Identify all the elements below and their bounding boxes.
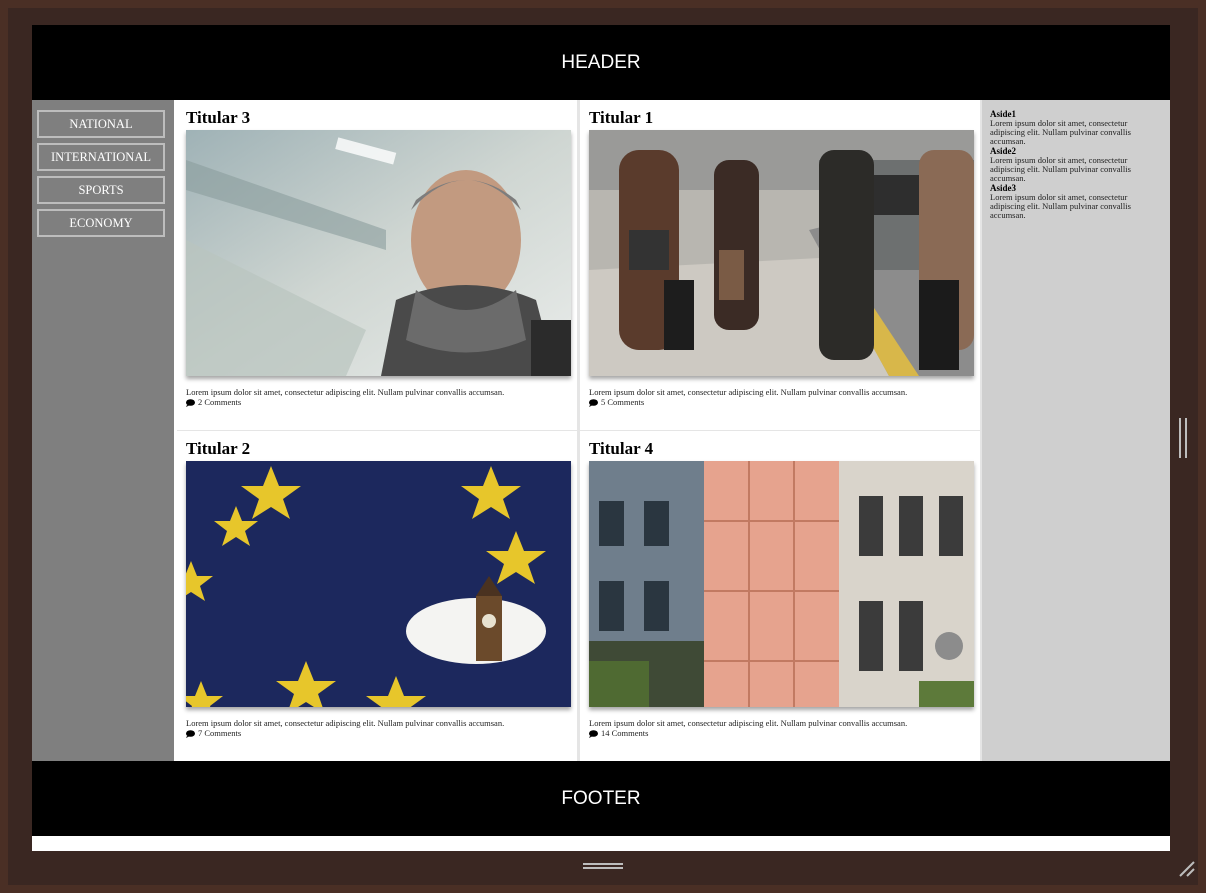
article-card: Titular 1 Lorem ipsum dolor sit amet, co… (580, 100, 980, 430)
comment-icon (589, 729, 598, 738)
article-title[interactable]: Titular 2 (186, 439, 568, 459)
comments-count: 2 Comments (198, 397, 242, 407)
resize-corner-icon[interactable] (1176, 858, 1196, 878)
aside-text: Lorem ipsum dolor sit amet, consectetur … (990, 192, 1131, 220)
article-comments[interactable]: 5 Comments (589, 397, 971, 408)
resize-handle-bottom[interactable] (583, 863, 623, 869)
resize-handle-right[interactable] (1179, 418, 1187, 458)
article-title[interactable]: Titular 3 (186, 108, 568, 128)
header-label: HEADER (561, 51, 641, 73)
nav-item-international[interactable]: INTERNATIONAL (37, 143, 165, 171)
article-photo-eu-flag[interactable] (186, 461, 571, 707)
article-comments[interactable]: 14 Comments (589, 728, 971, 739)
comments-count: 5 Comments (601, 397, 645, 407)
article-title[interactable]: Titular 4 (589, 439, 971, 459)
article-photo-buildings[interactable] (589, 461, 974, 707)
comments-count: 14 Comments (601, 728, 649, 738)
comment-icon (186, 398, 195, 407)
page-viewport: HEADER NATIONAL INTERNATIONAL SPORTS ECO… (32, 25, 1170, 851)
page-header: HEADER (32, 25, 1170, 100)
aside-panel: Aside1 Lorem ipsum dolor sit amet, conse… (982, 100, 1170, 761)
page-footer: FOOTER (32, 761, 1170, 836)
article-comments[interactable]: 2 Comments (186, 397, 568, 408)
nav-item-economy[interactable]: ECONOMY (37, 209, 165, 237)
article-description: Lorem ipsum dolor sit amet, consectetur … (186, 387, 505, 397)
article-card: Titular 4 Lorem ipsum dolor sit amet, co… (580, 431, 980, 761)
article-grid: Titular 3 Lorem ipsum dolor sit amet, co… (177, 100, 982, 761)
article-comments[interactable]: 7 Comments (186, 728, 568, 739)
article-photo-portrait[interactable] (186, 130, 571, 376)
sidebar-nav: NATIONAL INTERNATIONAL SPORTS ECONOMY (32, 100, 174, 761)
article-card: Titular 3 Lorem ipsum dolor sit amet, co… (177, 100, 577, 430)
aside-text: Lorem ipsum dolor sit amet, consectetur … (990, 118, 1131, 146)
footer-label: FOOTER (561, 787, 641, 809)
aside-text: Lorem ipsum dolor sit amet, consectetur … (990, 155, 1131, 183)
article-description: Lorem ipsum dolor sit amet, consectetur … (186, 718, 505, 728)
nav-item-national[interactable]: NATIONAL (37, 110, 165, 138)
article-description: Lorem ipsum dolor sit amet, consectetur … (589, 718, 908, 728)
nav-item-sports[interactable]: SPORTS (37, 176, 165, 204)
comment-icon (589, 398, 598, 407)
article-photo-train-station[interactable] (589, 130, 974, 376)
article-title[interactable]: Titular 1 (589, 108, 971, 128)
comments-count: 7 Comments (198, 728, 242, 738)
article-card: Titular 2 Lorem ipsum dolor sit amet, co… (177, 431, 577, 761)
article-description: Lorem ipsum dolor sit amet, consectetur … (589, 387, 908, 397)
comment-icon (186, 729, 195, 738)
